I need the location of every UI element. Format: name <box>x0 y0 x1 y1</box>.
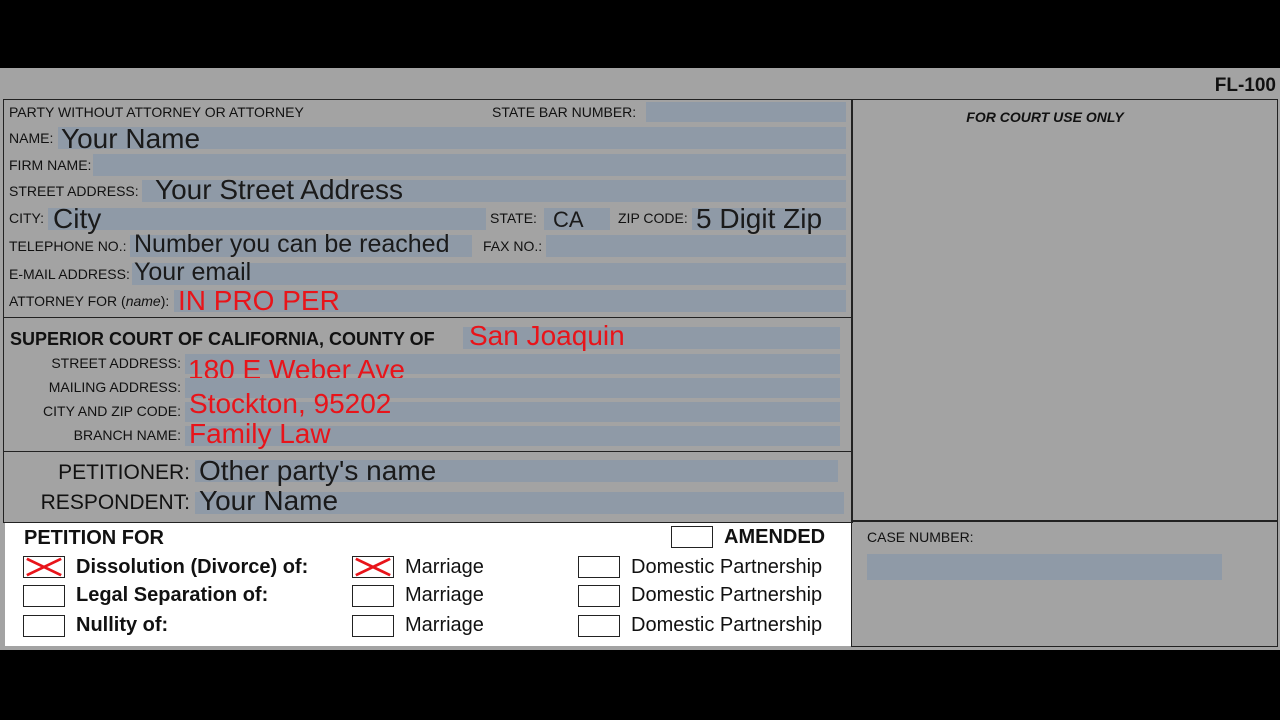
petition-title: PETITION FOR <box>24 527 164 549</box>
form-id: FL-100 <box>1214 75 1276 96</box>
court-title: SUPERIOR COURT OF CALIFORNIA, COUNTY OF <box>10 329 435 349</box>
party-label: PARTY WITHOUT ATTORNEY OR ATTORNEY <box>9 104 304 120</box>
city-field[interactable] <box>48 208 486 230</box>
petitioner-value: Other party's name <box>199 455 437 486</box>
state-value: CA <box>553 207 584 232</box>
separation-partnership-label: Domestic Partnership <box>631 584 823 606</box>
court-mailing-label: MAILING ADDRESS: <box>48 379 181 395</box>
city-label: CITY: <box>9 210 45 226</box>
court-use-label: FOR COURT USE ONLY <box>966 109 1124 125</box>
nullity-marriage-checkbox[interactable] <box>352 615 394 637</box>
state-bar-field[interactable] <box>646 102 846 122</box>
firm-field[interactable] <box>93 154 846 176</box>
county-value: San Joaquin <box>469 320 625 351</box>
name-value: Your Name <box>61 123 201 154</box>
zip-label: ZIP CODE: <box>618 210 688 226</box>
case-number-label: CASE NUMBER: <box>867 529 974 545</box>
check-x-icon <box>26 557 62 577</box>
separation-marriage-label: Marriage <box>405 584 484 606</box>
attorney-label-post: ): <box>160 293 170 309</box>
dissolution-checkbox[interactable] <box>23 556 65 578</box>
petitioner-label: PETITIONER: <box>58 461 190 484</box>
street-label: STREET ADDRESS: <box>9 183 139 199</box>
amended-checkbox[interactable] <box>671 526 713 548</box>
email-value: Your email <box>134 258 252 286</box>
separation-partnership-checkbox[interactable] <box>578 585 620 607</box>
attorney-label-pre: ATTORNEY FOR ( <box>9 293 126 309</box>
fax-label: FAX NO.: <box>483 238 543 254</box>
case-number-divider <box>851 520 1278 522</box>
state-bar-label: STATE BAR NUMBER: <box>492 104 637 120</box>
respondent-label: RESPONDENT: <box>40 491 190 514</box>
nullity-marriage-label: Marriage <box>405 614 484 636</box>
dissolution-marriage-label: Marriage <box>405 556 484 578</box>
zip-value: 5 Digit Zip <box>696 203 823 234</box>
fax-field[interactable] <box>546 235 846 257</box>
attorney-for-value: IN PRO PER <box>178 285 340 316</box>
attorney-for-label: ATTORNEY FOR (name): <box>9 294 169 308</box>
separation-label: Legal Separation of: <box>76 584 269 606</box>
respondent-value: Your Name <box>199 485 339 516</box>
email-label: E-MAIL ADDRESS: <box>9 266 130 282</box>
court-street-label: STREET ADDRESS: <box>51 355 181 371</box>
phone-value: Number you can be reached <box>134 230 450 258</box>
nullity-label: Nullity of: <box>76 614 169 636</box>
check-x-icon <box>355 557 391 577</box>
amended-label: AMENDED <box>724 526 826 548</box>
court-branch-label: BRANCH NAME: <box>73 427 181 443</box>
dissolution-label: Dissolution (Divorce) of: <box>76 556 309 578</box>
case-number-field[interactable] <box>867 554 1222 580</box>
name-label: NAME: <box>9 130 54 146</box>
dissolution-marriage-checkbox[interactable] <box>352 556 394 578</box>
nullity-checkbox[interactable] <box>23 615 65 637</box>
separation-checkbox[interactable] <box>23 585 65 607</box>
court-city-zip-value: Stockton, 95202 <box>189 388 392 419</box>
attorney-label-em: name <box>125 293 161 309</box>
dissolution-partnership-label: Domestic Partnership <box>631 556 823 578</box>
firm-label: FIRM NAME: <box>9 157 92 173</box>
nullity-partnership-checkbox[interactable] <box>578 615 620 637</box>
separation-marriage-checkbox[interactable] <box>352 585 394 607</box>
phone-label: TELEPHONE NO.: <box>9 238 127 254</box>
nullity-partnership-label: Domestic Partnership <box>631 614 823 636</box>
form-page: FL-100 PARTY WITHOUT ATTORNEY OR ATTORNE… <box>0 68 1280 650</box>
street-value: Your Street Address <box>155 174 404 205</box>
court-branch-value: Family Law <box>189 418 331 449</box>
state-label: STATE: <box>490 210 537 226</box>
court-city-zip-label: CITY AND ZIP CODE: <box>43 403 181 419</box>
dissolution-partnership-checkbox[interactable] <box>578 556 620 578</box>
city-value: City <box>53 203 102 234</box>
